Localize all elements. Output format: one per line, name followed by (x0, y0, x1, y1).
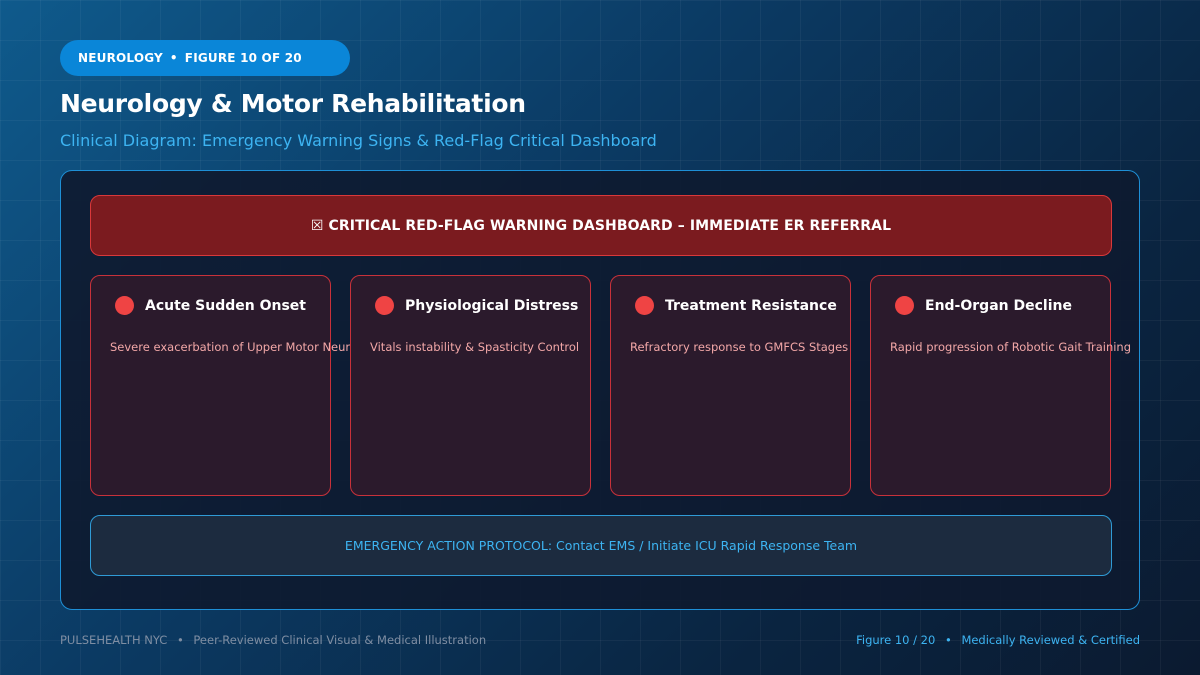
figure-badge: NEUROLOGY • FIGURE 10 OF 20 (60, 40, 350, 76)
warning-card-treatment-resistance: Treatment Resistance Refractory response… (610, 275, 851, 496)
alert-dot-icon (895, 296, 914, 315)
badge-separator: • (169, 51, 178, 65)
footer-brand: PULSEHEALTH NYC (60, 633, 168, 647)
warning-card-acute-onset: Acute Sudden Onset Severe exacerbation o… (90, 275, 370, 496)
alert-dot-icon (375, 296, 394, 315)
footer-certification: Medically Reviewed & Certified (961, 633, 1140, 647)
card-title: Treatment Resistance (665, 297, 837, 314)
footer-figure: Figure 10 / 20 (856, 633, 936, 647)
footer-separator: • (944, 633, 952, 647)
footer-tagline: Peer-Reviewed Clinical Visual & Medical … (193, 633, 487, 647)
warning-card-end-organ-decline: End-Organ Decline Rapid progression of R… (870, 275, 1131, 496)
card-description: Severe exacerbation of Upper Motor Neuro… (110, 340, 371, 354)
alert-dot-icon (115, 296, 134, 315)
card-description: Vitals instability & Spasticity Control (370, 340, 580, 354)
alert-dot-icon (635, 296, 654, 315)
emergency-protocol-box: EMERGENCY ACTION PROTOCOL: Contact EMS /… (90, 515, 1112, 576)
footer-figure-line: Figure 10 / 20 • Medically Reviewed & Ce… (856, 633, 1140, 647)
footer-separator: • (176, 633, 184, 647)
category-label: NEUROLOGY (78, 51, 163, 65)
card-title: End-Organ Decline (925, 297, 1072, 314)
card-title: Acute Sudden Onset (145, 297, 306, 314)
figure-label: FIGURE 10 OF 20 (184, 51, 302, 65)
card-description: Rapid progression of Robotic Gait Traini… (890, 340, 1132, 354)
warning-card-physiological-distress: Physiological Distress Vitals instabilit… (350, 275, 591, 496)
page-subtitle: Clinical Diagram: Emergency Warning Sign… (60, 131, 657, 150)
footer-brand-line: PULSEHEALTH NYC • Peer-Reviewed Clinical… (60, 633, 486, 647)
card-description: Refractory response to GMFCS Stages (630, 340, 849, 354)
page-title: Neurology & Motor Rehabilitation (60, 89, 526, 118)
critical-warning-banner: ☒ CRITICAL RED-FLAG WARNING DASHBOARD – … (90, 195, 1112, 256)
card-title: Physiological Distress (405, 297, 579, 314)
dashboard-panel: ☒ CRITICAL RED-FLAG WARNING DASHBOARD – … (60, 170, 1140, 610)
